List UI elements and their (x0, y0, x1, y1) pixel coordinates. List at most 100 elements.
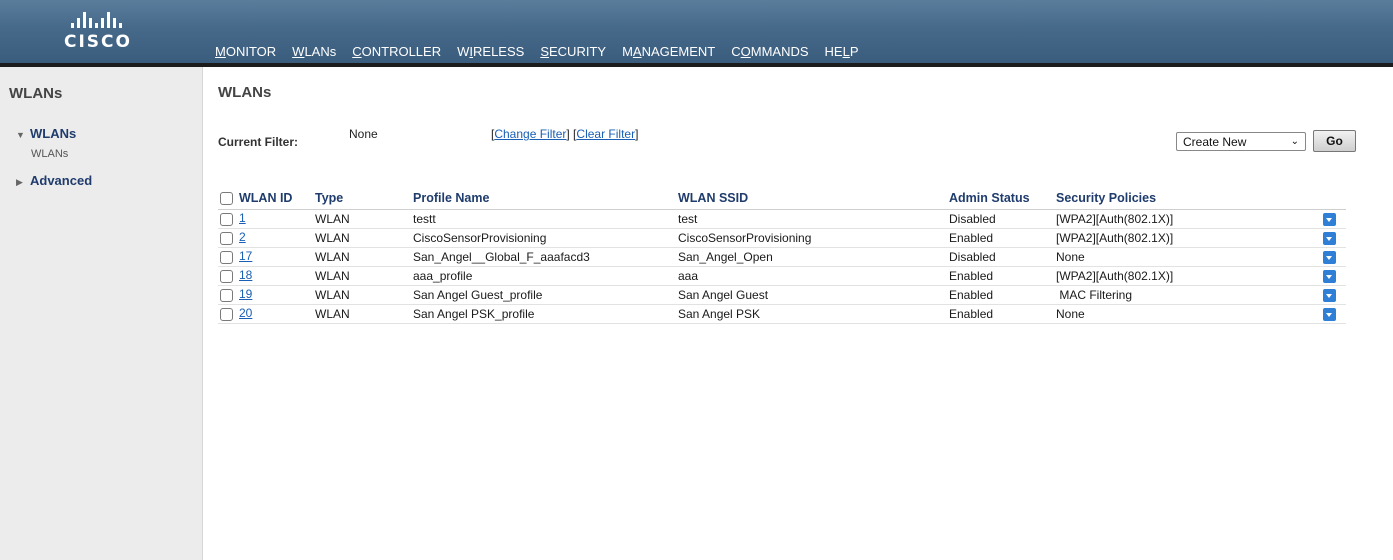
row-menu-dropdown-icon[interactable] (1323, 231, 1336, 245)
table-row: 2 WLAN CiscoSensorProvisioning CiscoSensorP… (218, 228, 1346, 248)
top-header-bar: CISCO MONITOR WLANs CONTROLLER WIRELESS SECU… (0, 0, 1393, 67)
caret-right-icon: ▶ (16, 177, 23, 187)
nav-item-controller[interactable]: CONTROLLER (344, 43, 449, 63)
wlan-id-link[interactable]: 19 (239, 287, 252, 301)
cell-security-policies: [WPA2][Auth(802.1X)] (1056, 228, 1310, 248)
table-row: 18 WLAN aaa_profile aaa Enabled [WPA2][Auth(8… (218, 266, 1346, 286)
cell-type: WLAN (315, 304, 413, 324)
cell-wlan-ssid: San Angel PSK (678, 304, 949, 324)
cell-wlan-id: 17 (218, 247, 315, 267)
select-all-checkbox[interactable] (220, 191, 233, 205)
page-title: WLANs (218, 84, 272, 101)
nav-item-monitor[interactable]: MONITOR (207, 43, 284, 63)
cell-admin-status: Enabled (949, 228, 1056, 248)
row-checkbox[interactable] (220, 212, 233, 226)
cell-profile-name: San Angel PSK_profile (413, 304, 678, 324)
sidebar-title: WLANs (9, 85, 63, 102)
cell-wlan-id: 18 (218, 266, 315, 286)
cell-type: WLAN (315, 266, 413, 286)
sidebar-item-label: Advanced (30, 173, 93, 188)
cell-wlan-ssid: aaa (678, 266, 949, 286)
cell-profile-name: testt (413, 209, 678, 229)
cell-row-actions (1310, 228, 1346, 248)
cell-row-actions (1310, 247, 1346, 267)
row-checkbox[interactable] (220, 250, 233, 264)
nav-item-management[interactable]: MANAGEMENT (614, 43, 723, 63)
chevron-down-icon: ⌄ (1290, 136, 1299, 147)
cell-wlan-id: 2 (218, 228, 315, 248)
cell-admin-status: Enabled (949, 266, 1056, 286)
cell-wlan-ssid: San_Angel_Open (678, 247, 949, 267)
cell-type: WLAN (315, 209, 413, 229)
cell-row-actions (1310, 304, 1346, 324)
wlan-id-link[interactable]: 1 (239, 211, 246, 225)
table-row: 19 WLAN San Angel Guest_profile San Angel G… (218, 285, 1346, 305)
cell-profile-name: San Angel Guest_profile (413, 285, 678, 305)
nav-item-wireless[interactable]: WIRELESS (449, 43, 532, 63)
table-header-row: WLAN ID Type Profile Name WLAN SSID Admi… (218, 187, 1346, 210)
row-menu-dropdown-icon[interactable] (1323, 250, 1336, 264)
row-checkbox[interactable] (220, 307, 233, 321)
cell-profile-name: CiscoSensorProvisioning (413, 228, 678, 248)
sidebar-item-wlans[interactable]: ▼ WLANs (16, 126, 76, 141)
table-row: 17 WLAN San_Angel__Global_F_aaafacd3 San_An… (218, 247, 1346, 267)
wlans-table: WLAN ID Type Profile Name WLAN SSID Admi… (218, 187, 1346, 324)
cisco-logo-bars-icon (71, 12, 154, 28)
table-row: 1 WLAN testt test Disabled [WPA2][Auth(802.1X… (218, 209, 1346, 229)
cell-wlan-id: 1 (218, 209, 315, 229)
cell-security-policies: None (1056, 304, 1310, 324)
go-button[interactable]: Go (1313, 130, 1356, 152)
filter-links: [Change Filter] [Clear Filter] (491, 127, 639, 141)
wlan-id-link[interactable]: 20 (239, 306, 252, 320)
cell-wlan-ssid: CiscoSensorProvisioning (678, 228, 949, 248)
sidebar-item-advanced[interactable]: ▶ Advanced (16, 173, 92, 188)
cell-admin-status: Enabled (949, 285, 1056, 305)
cell-wlan-id: 20 (218, 304, 315, 324)
change-filter-link[interactable]: Change Filter (494, 127, 566, 141)
header-security-policies: Security Policies (1056, 187, 1310, 210)
cell-admin-status: Disabled (949, 209, 1056, 229)
create-new-select-value: Create New (1183, 134, 1247, 149)
main-nav: MONITOR WLANs CONTROLLER WIRELESS SECURITY MA… (207, 43, 867, 67)
row-checkbox[interactable] (220, 231, 233, 245)
cell-admin-status: Enabled (949, 304, 1056, 324)
cell-security-policies: MAC Filtering (1056, 285, 1310, 305)
current-filter-value: None (349, 127, 378, 141)
header-wlan-ssid: WLAN SSID (678, 187, 949, 210)
left-sidebar: WLANs ▼ WLANs WLANs ▶ Advanced (0, 67, 203, 560)
wlan-id-link[interactable]: 2 (239, 230, 246, 244)
cell-type: WLAN (315, 285, 413, 305)
wlan-id-link[interactable]: 17 (239, 249, 252, 263)
cell-wlan-ssid: test (678, 209, 949, 229)
wlans-table-body: 1 WLAN testt test Disabled [WPA2][Auth(802.1X… (218, 209, 1346, 324)
row-menu-dropdown-icon[interactable] (1323, 307, 1336, 321)
create-new-select[interactable]: Create New ⌄ (1176, 132, 1306, 151)
current-filter-label: Current Filter: (218, 135, 299, 149)
wlan-id-link[interactable]: 18 (239, 268, 252, 282)
row-checkbox[interactable] (220, 269, 233, 283)
header-type: Type (315, 187, 413, 210)
cell-wlan-ssid: San Angel Guest (678, 285, 949, 305)
cell-type: WLAN (315, 247, 413, 267)
cell-security-policies: [WPA2][Auth(802.1X)] (1056, 266, 1310, 286)
cell-security-policies: None (1056, 247, 1310, 267)
header-profile-name: Profile Name (413, 187, 678, 210)
caret-down-icon: ▼ (16, 130, 25, 140)
row-menu-dropdown-icon[interactable] (1323, 212, 1336, 226)
cisco-logo-text: CISCO (64, 32, 132, 52)
cell-profile-name: San_Angel__Global_F_aaafacd3 (413, 247, 678, 267)
sidebar-subitem-wlans[interactable]: WLANs (31, 148, 68, 160)
cisco-logo: CISCO (64, 12, 154, 52)
header-admin-status: Admin Status (949, 187, 1056, 210)
nav-item-security[interactable]: SECURITY (532, 43, 614, 63)
header-actions (1310, 187, 1346, 210)
clear-filter-link[interactable]: Clear Filter (576, 127, 635, 141)
header-wlan-id: WLAN ID (218, 187, 315, 210)
row-menu-dropdown-icon[interactable] (1323, 288, 1336, 302)
nav-item-commands[interactable]: COMMANDS (723, 43, 816, 63)
cell-admin-status: Disabled (949, 247, 1056, 267)
row-checkbox[interactable] (220, 288, 233, 302)
row-menu-dropdown-icon[interactable] (1323, 269, 1336, 283)
cell-row-actions (1310, 209, 1346, 229)
nav-item-help[interactable]: HELP (817, 43, 867, 63)
